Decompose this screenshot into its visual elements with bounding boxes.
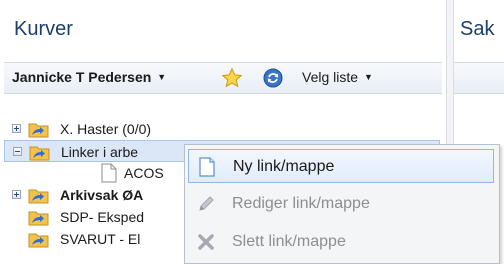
refresh-icon[interactable] xyxy=(263,68,283,88)
folder-link-icon xyxy=(29,146,50,161)
menu-item-label: Ny link/mappe xyxy=(233,158,335,175)
menu-item-new-link[interactable]: Ny link/mappe xyxy=(188,149,494,183)
collapse-icon[interactable] xyxy=(13,147,22,156)
expand-icon[interactable] xyxy=(12,190,21,199)
list-selector-label: Velg liste xyxy=(302,69,359,85)
tree-node-label: SVARUT - El xyxy=(60,231,141,247)
delete-x-icon xyxy=(198,234,214,250)
menu-item-edit-link[interactable]: Rediger link/mappe xyxy=(188,187,494,221)
user-name: Jannicke T Pedersen xyxy=(12,69,152,85)
menu-item-delete-link[interactable]: Slett link/mappe xyxy=(188,225,494,259)
tree-node-label: SDP- Eksped xyxy=(60,209,145,225)
chevron-down-icon: ▼ xyxy=(157,72,167,82)
pencil-icon xyxy=(199,196,214,211)
tree-node-label: Linker i arbe xyxy=(61,144,139,160)
panel-title: Kurver xyxy=(14,18,73,40)
folder-link-icon xyxy=(28,189,49,204)
context-menu: Ny link/mappe Rediger link/mappe Slett l… xyxy=(184,144,500,264)
expand-icon[interactable] xyxy=(12,124,21,133)
panel-title: Sak xyxy=(460,18,495,40)
menu-item-label: Slett link/mappe xyxy=(232,233,346,250)
folder-link-icon xyxy=(28,123,49,138)
chevron-down-icon: ▼ xyxy=(364,72,373,82)
tree-node-label: X. Haster (0/0) xyxy=(60,121,152,137)
user-selector[interactable]: Jannicke T Pedersen ▼ xyxy=(12,69,166,85)
kurver-toolbar: Jannicke T Pedersen ▼ Velg liste ▼ xyxy=(4,62,442,94)
tree-node-label: ACOS xyxy=(124,165,164,181)
list-selector[interactable]: Velg liste ▼ xyxy=(302,69,373,85)
menu-item-label: Rediger link/mappe xyxy=(232,195,370,212)
sak-toolbar xyxy=(454,62,504,94)
folder-link-icon xyxy=(28,233,49,248)
tree-node-label: Arkivsak ØA xyxy=(60,187,144,203)
document-icon xyxy=(101,163,117,183)
folder-link-icon xyxy=(28,211,49,226)
new-document-icon xyxy=(199,157,215,177)
tree-node[interactable]: X. Haster (0/0) xyxy=(4,118,440,140)
star-icon[interactable] xyxy=(221,67,243,89)
